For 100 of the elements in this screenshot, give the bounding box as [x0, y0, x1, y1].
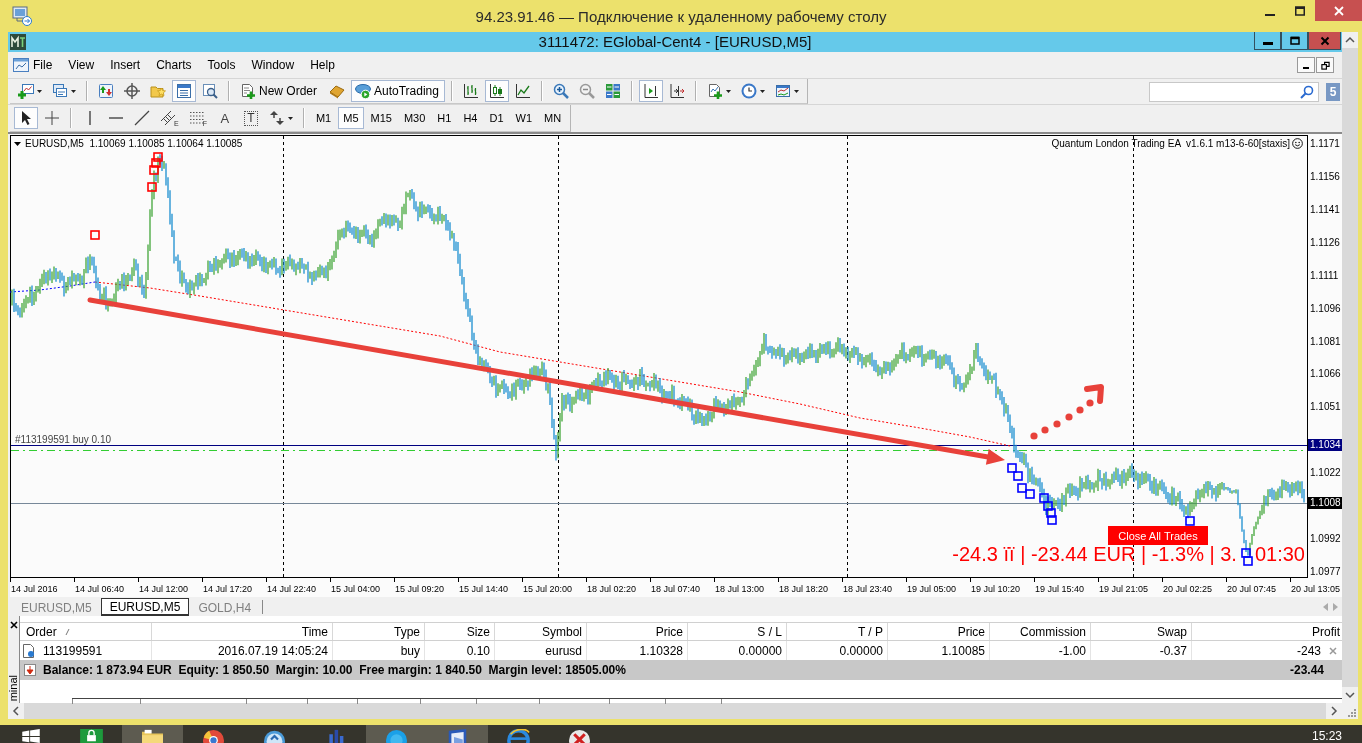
time-axis-label: 19 Jul 10:20: [970, 583, 1021, 594]
column-header[interactable]: Commission: [1020, 624, 1086, 639]
column-header[interactable]: Profit: [1312, 624, 1340, 639]
vertical-scrollbar[interactable]: [1342, 32, 1358, 703]
price-axis-label: 1.1171: [1310, 138, 1340, 150]
timeframe-button[interactable]: MN: [539, 107, 567, 129]
maximize-icon: [1295, 5, 1305, 16]
label-tool-button[interactable]: T: [238, 107, 263, 129]
time-axis-label: 18 Jul 07:40: [650, 583, 701, 594]
page-plus-icon: [706, 83, 723, 99]
table-cell: buy: [400, 643, 420, 658]
column-header[interactable]: S / L: [757, 624, 782, 639]
chart-tab[interactable]: EURUSD,M5: [12, 598, 101, 616]
column-header[interactable]: Swap: [1156, 624, 1187, 639]
scroll-left-icon[interactable]: [8, 703, 24, 719]
price-axis-label: 1.0992: [1310, 533, 1341, 545]
book-icon: [329, 83, 345, 99]
timeframe-button[interactable]: D1: [484, 107, 509, 129]
table-cell: 2016.07.19 14:05:24: [217, 643, 328, 658]
column-header[interactable]: Symbol: [542, 624, 582, 639]
cursor-tool-button[interactable]: [14, 107, 38, 129]
restore-icon: [1320, 60, 1330, 70]
search-field[interactable]: [1149, 81, 1319, 102]
scroll-down-icon[interactable]: [1342, 687, 1358, 703]
menu-item[interactable]: Tools: [199, 56, 244, 74]
column-header[interactable]: T / P: [857, 624, 883, 639]
trend-line-icon: [134, 110, 150, 126]
time-axis-label: 14 Jul 12:00: [138, 583, 189, 594]
close-icon: [1319, 35, 1330, 46]
timeframe-button[interactable]: H1: [432, 107, 457, 129]
menu-item[interactable]: Help: [302, 56, 343, 74]
windows-logo-icon: [21, 729, 40, 743]
close-button[interactable]: [1315, 0, 1362, 21]
column-header[interactable]: Price: [957, 624, 985, 639]
time-axis-label: 20 Jul 07:45: [1226, 583, 1277, 594]
fibonacci-icon: [188, 110, 205, 126]
folder-icon: [141, 729, 164, 743]
column-header[interactable]: Order: [26, 624, 57, 639]
bar-chart-icon: [462, 83, 479, 99]
chart-shift-button[interactable]: [638, 80, 663, 102]
close-icon[interactable]: [10, 621, 18, 629]
dropdown-triangle-icon[interactable]: [14, 141, 21, 146]
column-header[interactable]: Size: [466, 624, 490, 639]
shopping-bag-icon: [80, 729, 103, 743]
time-axis-label: 18 Jul 13:00: [714, 583, 765, 594]
minimize-icon: [1303, 67, 1309, 69]
timeframe-button[interactable]: W1: [510, 107, 537, 129]
restore-button[interactable]: [1316, 57, 1334, 73]
menu-item[interactable]: Window: [243, 56, 303, 74]
chart-tab[interactable]: EURUSD,M5: [100, 598, 190, 616]
time-axis-label: 18 Jul 02:20: [586, 583, 637, 594]
order-price-tag: 1.1034: [1308, 439, 1342, 451]
autotrading-button[interactable]: AutoTrading: [351, 80, 445, 102]
timeframe-button[interactable]: M30: [398, 107, 431, 129]
magnifier-chart-icon: [202, 83, 218, 99]
time-axis-label: 20 Jul 13:05: [1290, 583, 1341, 594]
menu-item[interactable]: File: [25, 56, 61, 74]
candlestick-chart-button[interactable]: [484, 80, 509, 102]
column-header[interactable]: Price: [655, 624, 683, 639]
minimize-button[interactable]: [1297, 57, 1315, 73]
time-axis-label: 19 Jul 05:00: [906, 583, 957, 594]
text-tool-button[interactable]: A: [212, 107, 237, 129]
time-axis-label: 19 Jul 21:05: [1098, 583, 1149, 594]
ring-logo-icon: [202, 729, 225, 743]
minimize-icon: [1262, 41, 1273, 45]
column-header[interactable]: Time: [301, 624, 328, 639]
document-plus-icon: [240, 83, 256, 99]
chart-window-icon: [13, 57, 29, 73]
timeframe-button[interactable]: M5: [338, 107, 364, 129]
time-axis-label: 14 Jul 2016: [10, 583, 58, 594]
menu-item[interactable]: Insert: [102, 56, 149, 74]
timeframe-button[interactable]: M1: [310, 107, 337, 129]
menu-item[interactable]: View: [60, 56, 103, 74]
terminal-button[interactable]: [172, 80, 196, 102]
price-axis-label: 1.1111: [1310, 269, 1339, 282]
menu-item[interactable]: Charts: [148, 56, 200, 74]
price-axis-label: 1.1096: [1310, 302, 1341, 315]
timeframe-button[interactable]: M15: [365, 107, 397, 129]
close-button[interactable]: [1308, 32, 1341, 50]
close-icon: [1333, 5, 1344, 16]
table-cell: -243: [1296, 643, 1321, 658]
time-axis-label: 15 Jul 20:00: [522, 583, 573, 594]
table-cell: -0.37: [1159, 643, 1187, 658]
symbol-info: EURUSD,M5 1.10069 1.10085 1.10064 1.10085: [25, 138, 243, 149]
time-axis-label: 18 Jul 23:40: [842, 583, 893, 594]
taskbar-button[interactable]: [427, 725, 488, 743]
crosshair-icon: [124, 83, 140, 99]
timeframe-button[interactable]: H4: [458, 107, 483, 129]
new-order-button[interactable]: New Order: [236, 80, 323, 102]
time-axis-label: 14 Jul 06:40: [74, 583, 125, 594]
price-axis-label: 1.1051: [1310, 401, 1341, 414]
column-header[interactable]: Type: [394, 624, 420, 639]
chart-tab[interactable]: GOLD,H4: [189, 598, 261, 616]
horizontal-scrollbar[interactable]: [8, 703, 1342, 719]
scroll-right-icon[interactable]: [1326, 703, 1342, 719]
maximize-button[interactable]: [1281, 32, 1308, 50]
table-cell: 1.10328: [639, 643, 683, 658]
minimize-button[interactable]: [1254, 32, 1281, 50]
minimize-icon: [1265, 13, 1275, 16]
scroll-up-icon[interactable]: [1342, 32, 1358, 48]
